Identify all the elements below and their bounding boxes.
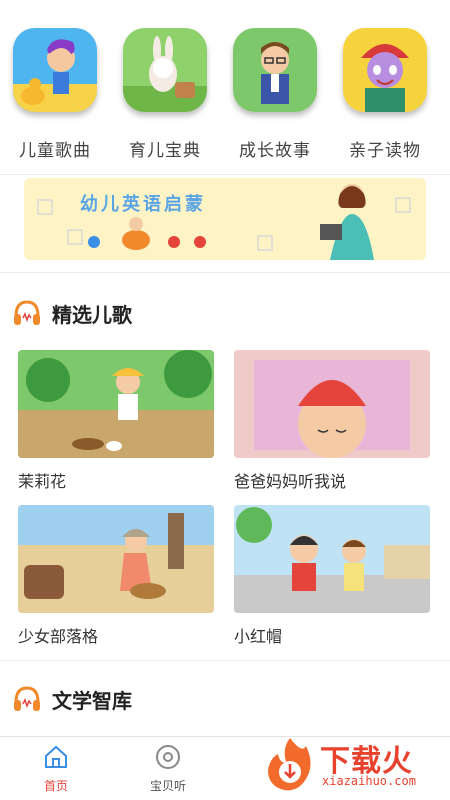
section-header-library: 文学智库 xyxy=(12,684,132,714)
divider xyxy=(0,660,450,661)
song-title: 爸爸妈妈听我说 xyxy=(234,472,347,491)
section-title: 精选儿歌 xyxy=(52,302,132,327)
category-label: 成长故事 xyxy=(239,141,311,161)
child-songs-icon xyxy=(13,28,97,112)
parenting-guide-icon xyxy=(123,28,207,112)
parent-child-reading-icon xyxy=(343,28,427,112)
category-child-songs[interactable]: 儿童歌曲 xyxy=(5,28,105,161)
category-growth-stories[interactable]: 成长故事 xyxy=(225,28,325,161)
category-parent-child-reading[interactable]: 亲子读物 xyxy=(335,28,435,161)
banner-text: 幼儿英语启蒙 xyxy=(80,194,206,215)
song-thumbnail xyxy=(234,350,430,458)
home-icon xyxy=(45,745,67,768)
section-header-songs: 精选儿歌 xyxy=(12,298,132,328)
song-title: 小红帽 xyxy=(234,627,283,646)
headphone-icon xyxy=(14,686,40,711)
category-label: 育儿宝典 xyxy=(129,141,201,161)
english-banner[interactable]: 幼儿英语启蒙 xyxy=(24,178,426,260)
category-label: 儿童歌曲 xyxy=(19,141,91,161)
watermark: 下载火 xiazaihuo.com xyxy=(262,734,442,794)
category-parenting-guide[interactable]: 育儿宝典 xyxy=(115,28,215,161)
watermark-url: xiazaihuo.com xyxy=(322,774,416,788)
section-title: 文学智库 xyxy=(52,688,132,713)
song-card-little-red-hat[interactable]: 小红帽 xyxy=(234,505,430,647)
flame-logo-icon xyxy=(268,738,311,791)
divider xyxy=(0,174,450,175)
song-card-jasmine[interactable]: 茉莉花 xyxy=(18,350,214,492)
song-thumbnail xyxy=(18,505,214,613)
song-thumbnail xyxy=(234,505,430,613)
category-row: 儿童歌曲 育儿宝典 成长故事 亲子读物 xyxy=(0,28,450,168)
song-title: 茉莉花 xyxy=(18,472,67,491)
nav-label: 首页 xyxy=(43,779,68,793)
nav-home[interactable]: 首页 xyxy=(26,743,86,794)
song-card-listen-to-me[interactable]: 爸爸妈妈听我说 xyxy=(234,350,430,492)
song-card-girl-blog[interactable]: 少女部落格 xyxy=(18,505,214,647)
nav-label: 宝贝听 xyxy=(149,779,186,793)
headphone-icon xyxy=(14,300,40,325)
divider xyxy=(0,272,450,273)
song-thumbnail xyxy=(18,350,214,458)
category-label: 亲子读物 xyxy=(349,141,421,161)
nav-listen[interactable]: 宝贝听 xyxy=(138,743,198,794)
disc-icon xyxy=(156,745,180,769)
song-title: 少女部落格 xyxy=(18,627,99,646)
growth-stories-icon xyxy=(233,28,317,112)
